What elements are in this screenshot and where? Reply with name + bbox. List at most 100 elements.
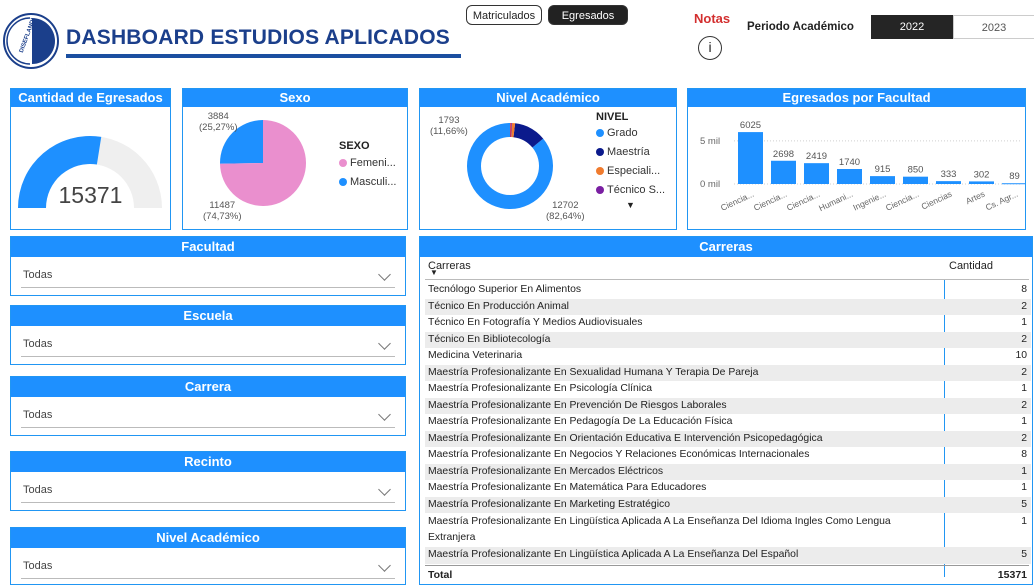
bar[interactable] [870,176,895,184]
facultad-dropdown[interactable]: Todas [21,261,395,288]
facultad-slicer: Facultad Todas [10,236,406,296]
row-count: 8 [1021,449,1027,460]
data-label: 89 [1009,171,1020,182]
nivel-label-big-value: 12702 [552,200,579,211]
table-row[interactable]: Técnico En Bibliotecología 2 [425,331,1031,349]
bar[interactable] [969,181,994,184]
sexo-label-masc-pct: (25,27%) [199,122,238,133]
university-logo: DISEFLANDI [3,13,59,69]
row-count: 2 [1021,366,1027,378]
table-row[interactable]: Maestría Profesionalizante En Pedagogía … [425,414,1031,431]
row-name: Maestría Profesionalizante En Sexualidad… [428,366,759,378]
row-count: 1 [1021,416,1027,427]
bar[interactable] [804,163,829,184]
row-count: 2 [1021,300,1027,312]
nivel-dropdown[interactable]: Todas [21,552,395,579]
chevron-down-icon [378,408,391,421]
x-tick-label: Ciencia... [752,189,788,213]
carrera-slicer: Carrera Todas [10,376,406,436]
facultad-chart-title: Egresados por Facultad [688,89,1025,107]
bar[interactable] [738,132,763,184]
nivel-card: Nivel Académico 1793 (11,66%) 12702 (82,… [419,88,677,230]
table-row[interactable]: Tecnólogo Superior En Alimentos 8 [425,282,1031,299]
table-row[interactable]: Maestría Profesionalizante En Lingüístic… [425,513,1031,546]
legend-label-femenino: Femeni... [350,157,396,169]
matriculados-toggle[interactable]: Matriculados [466,5,542,25]
table-row[interactable]: Técnico En Fotografía Y Medios Audiovisu… [425,315,1031,332]
table-row[interactable]: Maestría Profesionalizante En Orientació… [425,430,1031,448]
chevron-down-icon [378,483,391,496]
row-name: Medicina Veterinaria [428,350,523,361]
year-button-2022[interactable]: 2022 [871,15,953,39]
data-label: 2698 [773,149,794,160]
row-count: 5 [1021,498,1027,510]
row-count: 2 [1021,333,1027,345]
legend-label-tecnico: Técnico S... [607,184,666,196]
nivel-slicer: Nivel Académico Todas [10,527,406,585]
recinto-dropdown[interactable]: Todas [21,476,395,503]
legend-item-maestria[interactable]: Maestría [596,143,665,162]
bar[interactable] [936,181,961,184]
table-row[interactable]: Maestría Profesionalizante En Sexualidad… [425,364,1031,382]
carrera-slicer-title: Carrera [11,377,405,397]
escuela-dropdown[interactable]: Todas [21,330,395,357]
legend-item-tecnico[interactable]: Técnico S... [596,181,665,200]
bar[interactable] [903,176,928,184]
row-count: 1 [1021,465,1027,477]
nivel-label-small-pct: (11,66%) [430,126,468,137]
row-count: 2 [1021,399,1027,411]
table-row[interactable]: Maestría Profesionalizante En Psicología… [425,381,1031,398]
facultad-dropdown-value: Todas [23,269,53,281]
table-row[interactable]: Maestría Profesionalizante En Mercados E… [425,463,1031,481]
sexo-legend-title: SEXO [339,140,370,152]
info-icon[interactable]: i [698,36,722,60]
total-value: 15371 [997,569,1027,581]
table-row[interactable]: Técnico En Producción Animal 2 [425,298,1031,316]
legend-more-icon[interactable]: ▼ [596,200,665,210]
y-tick-label: 0 mil [700,179,720,190]
sort-desc-icon[interactable]: ▼ [430,268,438,277]
sexo-card-title: Sexo [183,89,407,107]
col-header-cantidad[interactable]: Cantidad [949,260,993,272]
data-label: 333 [941,169,957,180]
legend-label-especializacion: Especiali... [607,165,661,177]
title-underline [66,54,461,58]
legend-item-masculino[interactable]: Masculi... [339,173,396,192]
row-name: Maestría Profesionalizante En Negocios Y… [428,449,810,460]
notas-label: Notas [694,11,731,26]
row-name: Maestría Profesionalizante En Pedagogía … [428,416,733,427]
legend-item-femenino[interactable]: Femeni... [339,154,396,173]
row-count: 10 [1015,350,1027,361]
x-tick-label: Humani... [817,189,854,213]
legend-item-grado[interactable]: Grado [596,124,665,143]
header-divider [425,279,1029,280]
bar[interactable] [771,160,796,184]
table-row[interactable]: Maestría Profesionalizante En Matemática… [425,480,1031,497]
row-name: Maestría Profesionalizante En Orientació… [428,432,823,444]
carrera-dropdown-value: Todas [23,409,53,421]
row-count: 2 [1021,432,1027,444]
carrera-dropdown[interactable]: Todas [21,401,395,428]
egresados-toggle[interactable]: Egresados [548,5,628,25]
year-button-2023[interactable]: 2023 [953,15,1034,39]
table-row[interactable]: Medicina Veterinaria 10 [425,348,1031,365]
chevron-down-icon [378,268,391,281]
table-row[interactable]: Maestría Profesionalizante En Lingüístic… [425,547,1031,564]
egresados-value: 15371 [58,182,123,208]
sexo-label-masc-value: 3884 [207,111,229,122]
table-row[interactable]: Maestría Profesionalizante En Negocios Y… [425,447,1031,464]
legend-label-grado: Grado [607,127,638,139]
data-label: 915 [875,164,891,175]
table-row[interactable]: Maestría Profesionalizante En Prevención… [425,397,1031,415]
table-row[interactable]: Maestría Profesionalizante En Marketing … [425,496,1031,514]
facultad-bar-chart: 5 mil 0 mil 6025 Ciencia... 2698 Ciencia... 24… [700,120,1025,213]
legend-item-especializacion[interactable]: Especiali... [596,162,665,181]
row-name: Maestría Profesionalizante En Prevención… [428,399,727,411]
row-count: 1 [1021,317,1027,328]
data-label: 302 [974,169,990,180]
y-tick-label: 5 mil [700,136,720,147]
recinto-slicer: Recinto Todas [10,451,406,511]
bar[interactable] [837,169,862,184]
bar[interactable] [1002,183,1025,185]
sexo-card: Sexo 3884 (25,27%) 11487 (74,73%) SEXO F… [182,88,408,230]
